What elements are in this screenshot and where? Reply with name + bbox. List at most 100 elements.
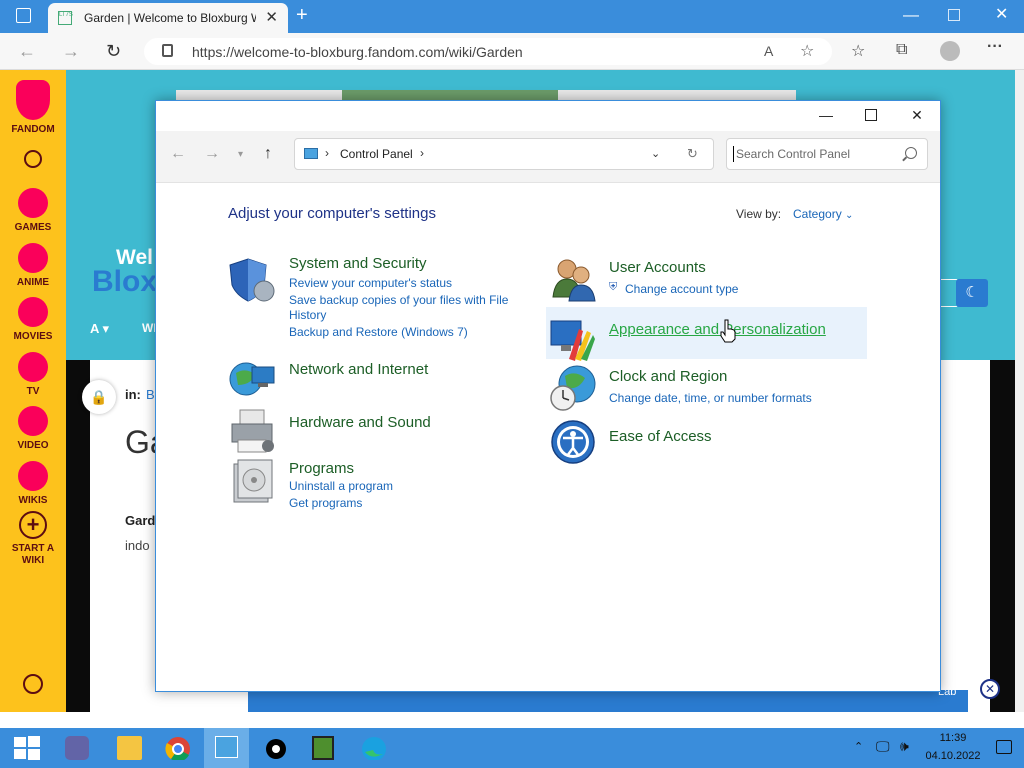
window-maximize-icon[interactable] — [865, 109, 877, 121]
notifications-icon[interactable] — [996, 740, 1012, 754]
article-text: indo — [125, 538, 150, 553]
page-title: Adjust your computer's settings — [228, 205, 436, 222]
favicon-icon: LT7S — [58, 11, 73, 25]
wiki-nav-home-icon[interactable]: A ▾ — [90, 321, 109, 337]
windows-start-icon[interactable] — [14, 736, 40, 760]
breadcrumb[interactable]: › Control Panel › ⌄ ↻ — [294, 138, 714, 170]
search-icon[interactable] — [905, 147, 917, 159]
article-bold: Gard — [125, 513, 156, 528]
category-title[interactable]: Network and Internet — [289, 361, 428, 378]
search-box — [726, 138, 928, 170]
plus-icon: + — [19, 511, 47, 539]
window-minimize-icon[interactable]: — — [811, 107, 841, 123]
collections-icon[interactable]: ⧉ — [896, 41, 907, 59]
clock-date[interactable]: 04.10.2022 — [922, 750, 984, 762]
dark-mode-icon[interactable]: ☾ — [956, 279, 988, 307]
network-icon[interactable]: 🖵 — [876, 738, 890, 755]
tab-close-icon[interactable]: ✕ — [265, 8, 278, 26]
link-change-date-formats[interactable]: Change date, time, or number formats — [609, 391, 812, 405]
new-tab-icon[interactable]: + — [296, 5, 308, 25]
fandom-heart-icon — [16, 80, 50, 120]
banner-heading-2: Blox — [92, 265, 158, 298]
cp-refresh-icon[interactable]: ↻ — [687, 146, 698, 162]
control-panel-icon — [215, 736, 238, 758]
browser-tab[interactable]: LT7S Garden | Welcome to Bloxburg W ✕ — [48, 3, 288, 33]
recent-locations-icon[interactable]: ▾ — [238, 149, 243, 160]
read-aloud-icon[interactable]: A — [764, 43, 773, 59]
profile-avatar[interactable] — [940, 41, 960, 61]
explorer-nav-bar: ← → ▾ ↑ › Control Panel › ⌄ ↻ — [156, 131, 940, 183]
category-title[interactable]: Clock and Region — [609, 368, 727, 385]
category-title[interactable]: User Accounts — [609, 259, 706, 276]
address-dropdown-icon[interactable]: ⌄ — [651, 147, 660, 160]
search-input[interactable] — [733, 146, 893, 162]
sidebar-item-games[interactable]: GAMES — [0, 188, 66, 233]
lock-page-icon[interactable]: 🔒 — [82, 380, 116, 414]
clock-time[interactable]: 11:39 — [928, 732, 978, 744]
back-icon[interactable]: ← — [18, 41, 36, 62]
category-title[interactable]: Ease of Access — [609, 428, 712, 445]
cp-up-icon[interactable]: ↑ — [264, 145, 272, 163]
settings-gear-icon[interactable] — [263, 736, 289, 760]
chrome-icon[interactable] — [165, 736, 191, 760]
sidebar-item-video[interactable]: VIDEO — [0, 406, 66, 451]
url-field[interactable]: https://welcome-to-bloxburg.fandom.com/w… — [144, 38, 832, 65]
link-change-account-type[interactable]: Change account type — [625, 282, 738, 296]
forward-icon[interactable]: → — [62, 41, 80, 62]
search-icon[interactable] — [0, 150, 66, 171]
edge-icon[interactable] — [361, 736, 387, 760]
shield-icon — [229, 258, 275, 302]
sidebar-item-wikis[interactable]: WIKIS — [0, 461, 66, 506]
close-window-icon[interactable]: ✕ — [995, 7, 1008, 23]
url-text: https://welcome-to-bloxburg.fandom.com/w… — [192, 44, 523, 60]
view-by-dropdown[interactable]: Category ⌄ — [793, 207, 853, 221]
breadcrumb-chevron-icon[interactable]: › — [420, 146, 424, 160]
movies-icon — [18, 297, 48, 327]
file-explorer-icon[interactable] — [117, 736, 142, 760]
lock-icon — [162, 44, 173, 57]
add-favorite-icon[interactable]: ☆ — [800, 41, 814, 61]
favorites-icon[interactable]: ☆ — [851, 41, 865, 61]
volume-icon[interactable]: 🕪 — [900, 738, 909, 755]
sidebar-item-tv[interactable]: TV — [0, 352, 66, 397]
window-titlebar[interactable]: — ✕ — [156, 101, 940, 131]
link-uninstall-program[interactable]: Uninstall a program — [289, 479, 393, 493]
notepad-chart-icon[interactable] — [312, 736, 334, 760]
ad-close-icon[interactable]: ✕ — [980, 679, 1000, 699]
tray-expand-icon[interactable]: ⌃ — [854, 740, 863, 753]
refresh-icon[interactable]: ↻ — [106, 41, 121, 62]
teams-icon[interactable] — [65, 736, 89, 760]
fandom-logo[interactable]: FANDOM — [0, 80, 66, 135]
more-menu-icon[interactable]: ··· — [987, 38, 1003, 56]
taskbar: ⌃ 🖵 🕪 — [0, 728, 1024, 768]
minimize-icon[interactable]: — — [903, 8, 919, 24]
sidebar-item-start-wiki[interactable]: + START A WIKI — [0, 511, 66, 567]
cp-forward-icon[interactable]: → — [204, 145, 220, 163]
category-title[interactable]: Hardware and Sound — [289, 414, 431, 431]
link-get-programs[interactable]: Get programs — [289, 496, 362, 510]
bottom-ad-bar[interactable]: Lab — [248, 686, 968, 712]
fandom-sidebar: FANDOM GAMES ANIME MOVIES TV VIDEO WIKIS… — [0, 70, 66, 712]
link-backup-restore[interactable]: Backup and Restore (Windows 7) — [289, 325, 468, 339]
category-title[interactable]: Programs — [289, 460, 354, 477]
page-scrollbar[interactable] — [1015, 70, 1024, 712]
tab-actions-icon[interactable] — [16, 8, 31, 23]
control-panel-taskbar-active[interactable] — [204, 728, 249, 768]
account-icon[interactable] — [0, 674, 66, 697]
link-review-status[interactable]: Review your computer's status — [289, 276, 452, 290]
sidebar-item-anime[interactable]: ANIME — [0, 243, 66, 288]
link-file-history[interactable]: Save backup copies of your files with Fi… — [289, 293, 508, 307]
restore-icon[interactable] — [948, 9, 960, 21]
breadcrumb-chevron-icon[interactable]: › — [325, 146, 329, 160]
sidebar-item-movies[interactable]: MOVIES — [0, 297, 66, 342]
chevron-down-icon: ⌄ — [845, 210, 854, 221]
breadcrumb-control-panel[interactable]: Control Panel — [340, 147, 413, 161]
category-title[interactable]: Appearance and Personalization — [609, 321, 826, 338]
cp-back-icon[interactable]: ← — [170, 145, 186, 163]
wikis-icon — [18, 461, 48, 491]
hand-cursor-icon — [720, 319, 736, 343]
window-close-icon[interactable]: ✕ — [902, 107, 932, 124]
link-file-history-cont[interactable]: History — [289, 308, 326, 322]
in-value[interactable]: B — [146, 387, 155, 402]
category-title[interactable]: System and Security — [289, 255, 427, 272]
